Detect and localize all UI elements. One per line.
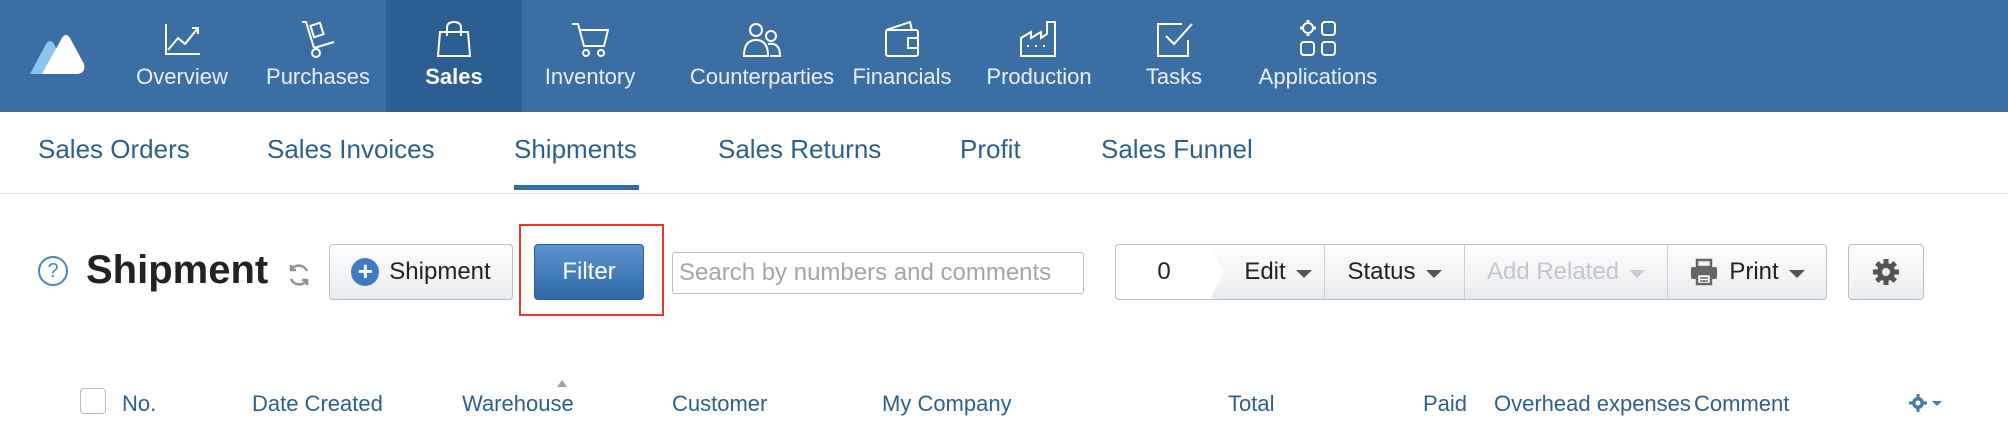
column-customer[interactable]: Customer [672,391,767,417]
nav-purchases-label: Purchases [266,64,370,89]
page-title: Shipment [86,248,269,292]
app-logo-icon[interactable] [28,30,86,76]
chevron-down-icon [1788,270,1805,278]
selected-count: 0 [1116,245,1212,299]
nav-applications[interactable]: Applications [1254,0,1382,112]
nav-applications-label: Applications [1258,64,1378,89]
status-dropdown[interactable]: Status [1324,245,1464,299]
shopping-bag-icon [436,20,472,57]
search-input[interactable] [672,252,1084,294]
nav-counterparties-label: Counterparties [689,64,835,89]
column-total[interactable]: Total [1228,391,1274,417]
filter-button[interactable]: Filter [534,244,644,300]
nav-tasks-label: Tasks [1145,64,1203,89]
column-my-company[interactable]: My Company [882,391,1012,417]
gear-icon [1873,259,1899,285]
column-date-created[interactable]: Date Created [252,391,383,417]
nav-financials-label: Financials [852,64,952,89]
apps-grid-icon [1300,20,1336,56]
people-icon [742,23,782,57]
top-navigation: Overview Purchases Sales Inventory Count… [0,0,2008,112]
print-label: Print [1729,258,1779,285]
chart-line-icon [165,24,200,55]
select-all-checkbox[interactable] [80,388,106,414]
refresh-icon[interactable] [286,262,312,288]
nav-sales-label: Sales [425,64,483,89]
tab-sales-orders[interactable]: Sales Orders [38,134,190,165]
nav-financials[interactable]: Financials [850,0,954,112]
chevron-down-icon [1629,270,1646,278]
help-icon[interactable]: ? [38,256,68,286]
chevron-down-icon [1295,270,1312,278]
nav-sales[interactable]: Sales [386,0,522,112]
nav-overview[interactable]: Overview [128,0,236,112]
add-shipment-button[interactable]: + Shipment [329,244,513,300]
nav-production-label: Production [986,64,1092,89]
plus-icon: + [351,258,380,286]
add-related-label: Add Related [1486,258,1620,285]
tab-sales-funnel[interactable]: Sales Funnel [1101,134,1253,165]
edit-label: Edit [1244,258,1286,285]
nav-purchases[interactable]: Purchases [262,0,374,112]
nav-inventory-label: Inventory [544,64,636,89]
count-arrow [1210,245,1224,299]
settings-button[interactable] [1848,244,1924,300]
nav-overview-label: Overview [136,64,228,89]
hand-truck-icon [302,21,335,58]
wallet-icon [885,20,919,57]
chevron-down-icon [1425,270,1442,278]
cart-icon [572,23,610,57]
add-related-dropdown: Add Related [1464,245,1667,299]
add-shipment-label: Shipment [389,258,491,285]
column-warehouse[interactable]: Warehouse [462,391,574,417]
active-tab-indicator [514,185,639,190]
actions-button-group: 0 Edit Status Add Related Print [1115,244,1827,300]
tab-sales-returns[interactable]: Sales Returns [718,134,881,165]
nav-inventory[interactable]: Inventory [536,0,644,112]
nav-tasks[interactable]: Tasks [1118,0,1230,112]
sort-ascending-icon [557,380,567,387]
tab-profit[interactable]: Profit [960,134,1021,165]
status-label: Status [1347,258,1416,285]
sub-navigation: Sales Orders Sales Invoices Shipments Sa… [0,112,2008,194]
print-dropdown[interactable]: Print [1667,245,1826,299]
printer-icon [1691,258,1718,286]
tab-sales-invoices[interactable]: Sales Invoices [267,134,435,165]
column-comment[interactable]: Comment [1694,391,1789,417]
nav-production[interactable]: Production [984,0,1094,112]
factory-icon [1020,21,1056,57]
column-overhead-expenses[interactable]: Overhead expenses [1494,391,1691,417]
checkbox-icon [1157,23,1193,57]
edit-dropdown[interactable]: Edit [1226,245,1330,299]
tab-shipments[interactable]: Shipments [514,134,637,165]
column-settings-icon[interactable] [1908,391,1944,415]
column-paid[interactable]: Paid [1423,391,1467,417]
column-no[interactable]: No. [122,391,156,417]
nav-counterparties[interactable]: Counterparties [670,0,854,112]
